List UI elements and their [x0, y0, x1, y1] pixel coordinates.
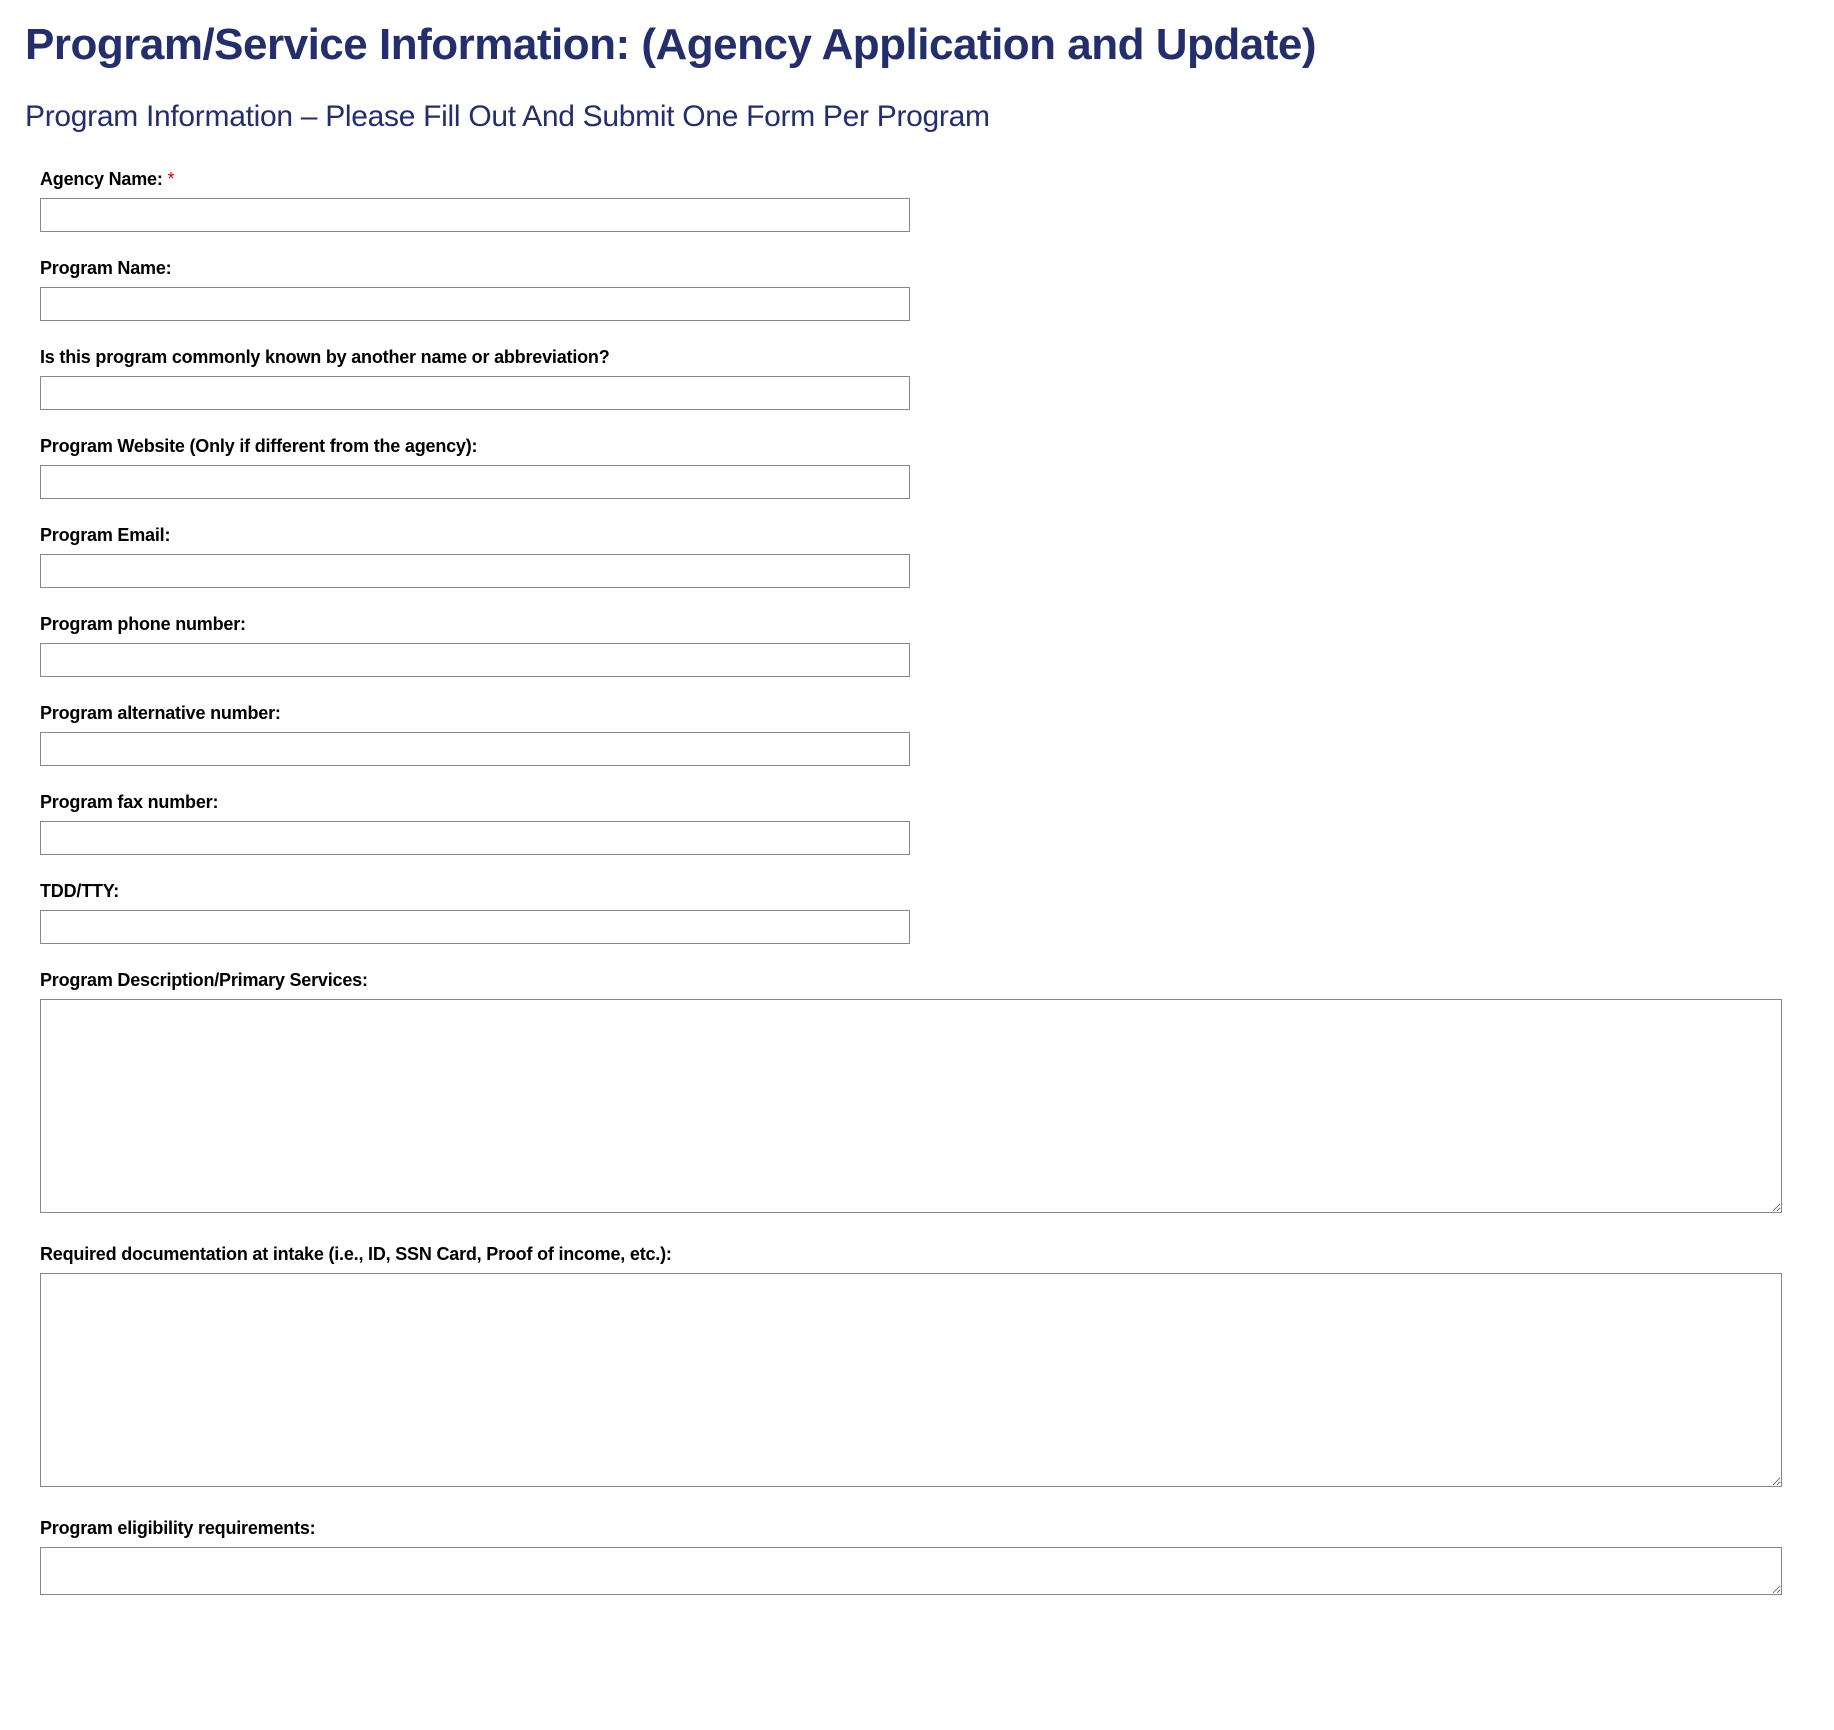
program-email-label: Program Email:: [40, 525, 1809, 546]
other-name-label: Is this program commonly known by anothe…: [40, 347, 1809, 368]
tdd-tty-input[interactable]: [40, 910, 910, 944]
field-agency-name: Agency Name: *: [40, 169, 1809, 232]
tdd-tty-label: TDD/TTY:: [40, 881, 1809, 902]
eligibility-requirements-input[interactable]: [40, 1547, 1782, 1595]
form-wrapper: Agency Name: * Program Name: Is this pro…: [25, 169, 1809, 1600]
field-other-name: Is this program commonly known by anothe…: [40, 347, 1809, 410]
field-program-phone: Program phone number:: [40, 614, 1809, 677]
required-mark-icon: *: [167, 169, 174, 189]
field-program-fax: Program fax number:: [40, 792, 1809, 855]
program-name-label: Program Name:: [40, 258, 1809, 279]
field-program-name: Program Name:: [40, 258, 1809, 321]
program-alt-phone-label: Program alternative number:: [40, 703, 1809, 724]
program-fax-label: Program fax number:: [40, 792, 1809, 813]
required-documentation-label: Required documentation at intake (i.e., …: [40, 1244, 1809, 1265]
field-program-description: Program Description/Primary Services:: [40, 970, 1809, 1218]
other-name-input[interactable]: [40, 376, 910, 410]
field-program-alt-phone: Program alternative number:: [40, 703, 1809, 766]
program-description-label: Program Description/Primary Services:: [40, 970, 1809, 991]
eligibility-requirements-label: Program eligibility requirements:: [40, 1518, 1809, 1539]
page-subtitle: Program Information – Please Fill Out An…: [25, 100, 1809, 134]
program-email-input[interactable]: [40, 554, 910, 588]
program-description-input[interactable]: [40, 999, 1782, 1213]
field-required-documentation: Required documentation at intake (i.e., …: [40, 1244, 1809, 1492]
field-program-email: Program Email:: [40, 525, 1809, 588]
program-website-input[interactable]: [40, 465, 910, 499]
program-phone-input[interactable]: [40, 643, 910, 677]
program-website-label: Program Website (Only if different from …: [40, 436, 1809, 457]
program-fax-input[interactable]: [40, 821, 910, 855]
field-program-website: Program Website (Only if different from …: [40, 436, 1809, 499]
program-alt-phone-input[interactable]: [40, 732, 910, 766]
field-eligibility-requirements: Program eligibility requirements:: [40, 1518, 1809, 1600]
agency-name-label: Agency Name: *: [40, 169, 1809, 190]
field-tdd-tty: TDD/TTY:: [40, 881, 1809, 944]
program-phone-label: Program phone number:: [40, 614, 1809, 635]
required-documentation-input[interactable]: [40, 1273, 1782, 1487]
program-name-input[interactable]: [40, 287, 910, 321]
agency-name-input[interactable]: [40, 198, 910, 232]
page-title: Program/Service Information: (Agency App…: [25, 20, 1809, 70]
